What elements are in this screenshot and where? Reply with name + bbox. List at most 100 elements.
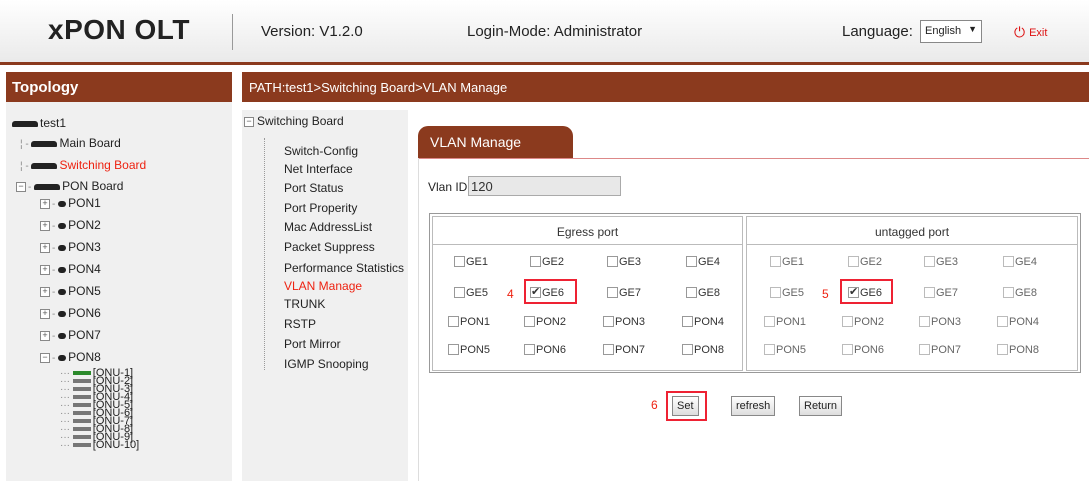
tree-switching-board[interactable]: ¦ - Switching Board [20, 158, 146, 172]
tree-pon[interactable]: + - PON5 [40, 284, 101, 298]
tree-root[interactable]: test1 [12, 116, 66, 130]
egress-port-checkbox[interactable]: PON5 [448, 344, 490, 356]
checkbox-icon[interactable] [997, 344, 1008, 355]
menu-item-net-interface[interactable]: Net Interface [284, 162, 353, 176]
untagged-port-checkbox[interactable]: PON6 [842, 344, 884, 356]
untagged-port-checkbox[interactable]: PON3 [919, 316, 961, 328]
tree-pon[interactable]: + - PON6 [40, 306, 101, 320]
checkbox-icon[interactable] [1003, 256, 1014, 267]
untagged-port-checkbox[interactable]: PON1 [764, 316, 806, 328]
checkbox-icon[interactable] [842, 316, 853, 327]
collapse-icon[interactable]: − [40, 352, 50, 363]
untagged-port-checkbox[interactable]: PON8 [997, 344, 1039, 356]
menu-item-vlan-manage[interactable]: VLAN Manage [284, 279, 362, 293]
expand-icon[interactable]: + [40, 220, 50, 231]
exit-button[interactable]: ⏻ Exit [1014, 24, 1047, 41]
untagged-port-checkbox[interactable]: GE3 [924, 256, 958, 268]
checkbox-icon[interactable] [454, 287, 465, 298]
egress-port-checkbox[interactable]: GE2 [530, 256, 564, 268]
egress-port-checkbox[interactable]: PON6 [524, 344, 566, 356]
untagged-port-checkbox[interactable]: GE7 [924, 287, 958, 299]
checkbox-icon[interactable] [603, 344, 614, 355]
untagged-port-checkbox[interactable]: PON7 [919, 344, 961, 356]
checkbox-icon[interactable] [1003, 287, 1014, 298]
checkbox-icon[interactable] [770, 287, 781, 298]
expand-icon[interactable]: + [40, 286, 50, 297]
egress-port-checkbox[interactable]: GE4 [686, 256, 720, 268]
menu-item-igmp-snooping[interactable]: IGMP Snooping [284, 357, 369, 371]
checkbox-icon[interactable] [448, 344, 459, 355]
untagged-port-checkbox[interactable]: PON5 [764, 344, 806, 356]
checkbox-icon[interactable] [682, 316, 693, 327]
checkbox-icon[interactable] [607, 256, 618, 267]
untagged-port-checkbox[interactable]: GE2 [848, 256, 882, 268]
expand-icon[interactable]: + [40, 198, 50, 209]
tree-pon[interactable]: − - PON8 [40, 350, 101, 364]
tree-pon[interactable]: + - PON3 [40, 240, 101, 254]
egress-port-checkbox[interactable]: PON2 [524, 316, 566, 328]
menu-item-trunk[interactable]: TRUNK [284, 297, 325, 311]
checkbox-icon[interactable] [919, 316, 930, 327]
checkbox-icon[interactable] [686, 287, 697, 298]
untagged-port-checkbox[interactable]: PON2 [842, 316, 884, 328]
egress-port-checkbox[interactable]: PON3 [603, 316, 645, 328]
egress-port-checkbox[interactable]: GE3 [607, 256, 641, 268]
tree-pon[interactable]: + - PON2 [40, 218, 101, 232]
untagged-port-checkbox[interactable]: GE8 [1003, 287, 1037, 299]
language-select[interactable]: English ▼ [920, 20, 982, 43]
untagged-port-checkbox[interactable]: GE4 [1003, 256, 1037, 268]
checkbox-icon[interactable] [924, 256, 935, 267]
tree-pon[interactable]: + - PON1 [40, 196, 101, 210]
menu-item-switch-config[interactable]: Switch-Config [284, 144, 358, 158]
checkbox-icon[interactable] [764, 316, 775, 327]
tree-pon[interactable]: + - PON7 [40, 328, 101, 342]
checkbox-icon[interactable] [524, 316, 535, 327]
menu-root[interactable]: − Switching Board [244, 114, 344, 128]
expand-icon[interactable]: + [40, 264, 50, 275]
untagged-port-checkbox[interactable]: GE1 [770, 256, 804, 268]
checkbox-icon[interactable] [764, 344, 775, 355]
egress-port-checkbox[interactable]: PON1 [448, 316, 490, 328]
checkbox-icon[interactable] [454, 256, 465, 267]
checkbox-icon[interactable] [848, 256, 859, 267]
egress-port-checkbox[interactable]: GE5 [454, 287, 488, 299]
tab-vlan-manage[interactable]: VLAN Manage [418, 126, 573, 158]
expand-icon[interactable]: + [40, 330, 50, 341]
menu-item-performance-statistics[interactable]: Performance Statistics [284, 261, 404, 275]
return-button[interactable]: Return [799, 396, 843, 416]
tree-pon[interactable]: + - PON4 [40, 262, 101, 276]
egress-port-checkbox[interactable]: PON8 [682, 344, 724, 356]
expand-icon[interactable]: + [40, 242, 50, 253]
egress-port-checkbox[interactable]: PON4 [682, 316, 724, 328]
tree-pon-board[interactable]: − - PON Board [16, 179, 123, 193]
menu-item-packet-suppress[interactable]: Packet Suppress [284, 240, 375, 254]
untagged-port-checkbox[interactable]: GE5 [770, 287, 804, 299]
egress-port-checkbox[interactable]: PON7 [603, 344, 645, 356]
refresh-button[interactable]: refresh [731, 396, 776, 416]
checkbox-icon[interactable] [842, 344, 853, 355]
checkbox-icon[interactable] [924, 287, 935, 298]
menu-item-mac-addresslist[interactable]: Mac AddressList [284, 220, 372, 234]
checkbox-icon[interactable] [607, 287, 618, 298]
checkbox-icon[interactable] [448, 316, 459, 327]
egress-port-checkbox[interactable]: GE8 [686, 287, 720, 299]
egress-port-checkbox[interactable]: GE1 [454, 256, 488, 268]
untagged-port-checkbox[interactable]: PON4 [997, 316, 1039, 328]
collapse-icon[interactable]: − [244, 116, 254, 127]
menu-item-port-status[interactable]: Port Status [284, 181, 343, 195]
tree-onu[interactable]: ··· [ONU-10] [60, 440, 139, 451]
egress-port-checkbox[interactable]: GE7 [607, 287, 641, 299]
checkbox-icon[interactable] [603, 316, 614, 327]
checkbox-icon[interactable] [524, 344, 535, 355]
checkbox-icon[interactable] [770, 256, 781, 267]
tree-main-board[interactable]: ¦ - Main Board [20, 136, 121, 150]
menu-item-rstp[interactable]: RSTP [284, 317, 316, 331]
checkbox-icon[interactable] [919, 344, 930, 355]
checkbox-icon[interactable] [997, 316, 1008, 327]
menu-item-port-properity[interactable]: Port Properity [284, 201, 357, 215]
menu-item-port-mirror[interactable]: Port Mirror [284, 337, 341, 351]
checkbox-icon[interactable] [682, 344, 693, 355]
checkbox-icon[interactable] [530, 256, 541, 267]
checkbox-icon[interactable] [686, 256, 697, 267]
collapse-icon[interactable]: − [16, 181, 26, 192]
